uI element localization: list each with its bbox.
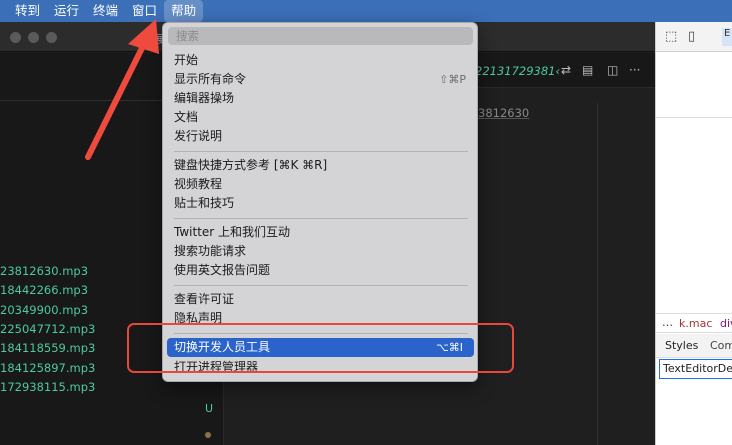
- devtools-pane: ⬚ ▯ E … k.mac div Styles Com TextEditorD…: [655, 22, 732, 445]
- file-item[interactable]: 184125897.mp3: [0, 361, 95, 375]
- menu-goto[interactable]: 转到: [8, 0, 47, 22]
- annotation-highlight-box: [127, 323, 514, 373]
- menu-item-label: 编辑器操场: [174, 91, 235, 105]
- inspect-element-icon[interactable]: ⬚: [665, 29, 677, 44]
- menu-item-label: 贴士和技巧: [174, 196, 235, 210]
- file-item[interactable]: 225047712.mp3: [0, 322, 95, 336]
- minimize-window-button[interactable]: [28, 32, 39, 43]
- breadcrumb-item[interactable]: div: [720, 317, 732, 330]
- devtools-tab-elements[interactable]: E: [722, 28, 732, 46]
- tab-styles[interactable]: Styles: [665, 339, 698, 352]
- dom-breadcrumb: … k.mac div: [656, 313, 732, 333]
- styles-tab-bar: Styles Com: [656, 334, 732, 358]
- menu-separator: [174, 151, 468, 152]
- file-item[interactable]: 172938115.mp3: [0, 380, 95, 394]
- menu-item-release-notes[interactable]: 发行说明: [163, 127, 477, 146]
- modified-dot-icon: [205, 432, 211, 438]
- menu-item-label: 视频教程: [174, 177, 223, 191]
- menu-run[interactable]: 运行: [47, 0, 86, 22]
- menu-window[interactable]: 窗口: [125, 0, 164, 22]
- menu-item-keyboard-reference[interactable]: 键盘快捷方式参考 [⌘K ⌘R]: [163, 156, 477, 175]
- menu-item-label: 查看许可证: [174, 292, 235, 306]
- menu-item-show-all-commands[interactable]: 显示所有命令 ⇧⌘P: [163, 70, 477, 89]
- menu-separator: [174, 218, 468, 219]
- devtools-divider: [656, 117, 732, 118]
- editor-text-line[interactable]: 3812630: [478, 106, 529, 120]
- menu-item-get-started[interactable]: 开始: [163, 51, 477, 70]
- file-item[interactable]: 184118559.mp3: [0, 341, 95, 355]
- compare-changes-icon[interactable]: ⇄: [561, 63, 571, 77]
- breadcrumb-ellipsis[interactable]: …: [662, 316, 673, 329]
- devtools-toolbar: ⬚ ▯ E: [656, 22, 732, 52]
- menu-search-input[interactable]: 搜索: [168, 27, 473, 45]
- file-item[interactable]: 20349900.mp3: [0, 303, 88, 317]
- menu-item-tips-and-tricks[interactable]: 贴士和技巧: [163, 194, 477, 213]
- menu-item-label: Twitter 上和我们互动: [174, 225, 291, 239]
- menu-separator: [174, 285, 468, 286]
- menu-item-editor-playground[interactable]: 编辑器操场: [163, 89, 477, 108]
- split-editor-icon[interactable]: ◫: [607, 63, 618, 77]
- styles-filter-input[interactable]: TextEditorDecorationType: [659, 359, 732, 379]
- device-toolbar-icon[interactable]: ▯: [688, 29, 695, 44]
- more-actions-icon[interactable]: ···: [629, 63, 640, 77]
- menu-item-feature-request[interactable]: 搜索功能请求: [163, 242, 477, 261]
- breadcrumb-item[interactable]: k.mac: [679, 317, 712, 330]
- menu-item-label: 搜索功能请求: [174, 244, 247, 258]
- menu-help[interactable]: 帮助: [164, 0, 204, 22]
- menu-item-label: 显示所有命令: [174, 72, 247, 86]
- menu-item-report-issue[interactable]: 使用英文报告问题: [163, 261, 477, 280]
- close-window-button[interactable]: [10, 32, 21, 43]
- menu-item-label: 文档: [174, 110, 199, 124]
- zoom-window-button[interactable]: [46, 32, 57, 43]
- menu-item-label: 开始: [174, 53, 199, 67]
- window-title: [扩展: [138, 33, 165, 46]
- menu-terminal[interactable]: 终端: [86, 0, 125, 22]
- menu-item-label: 发行说明: [174, 129, 223, 143]
- tab-computed[interactable]: Com: [710, 339, 732, 352]
- menu-item-documentation[interactable]: 文档: [163, 108, 477, 127]
- indent-guide: [597, 103, 598, 445]
- file-item[interactable]: 18442266.mp3: [0, 283, 88, 297]
- menu-item-view-license[interactable]: 查看许可证: [163, 290, 477, 309]
- menu-item-label: 使用英文报告问题: [174, 263, 271, 277]
- menu-item-label: 键盘快捷方式参考 [⌘K ⌘R]: [174, 158, 328, 172]
- git-status-badge: U: [205, 402, 214, 415]
- menu-item-video-tutorials[interactable]: 视频教程: [163, 175, 477, 194]
- menu-item-twitter[interactable]: Twitter 上和我们互动: [163, 223, 477, 242]
- menu-item-shortcut: ⇧⌘P: [439, 73, 466, 86]
- editor-tab-title[interactable]: 22131729381‹: [475, 64, 560, 78]
- file-item[interactable]: 23812630.mp3: [0, 264, 88, 278]
- open-preview-icon[interactable]: ▤: [582, 63, 593, 77]
- menu-bar: 转到 运行 终端 窗口 帮助: [0, 0, 732, 22]
